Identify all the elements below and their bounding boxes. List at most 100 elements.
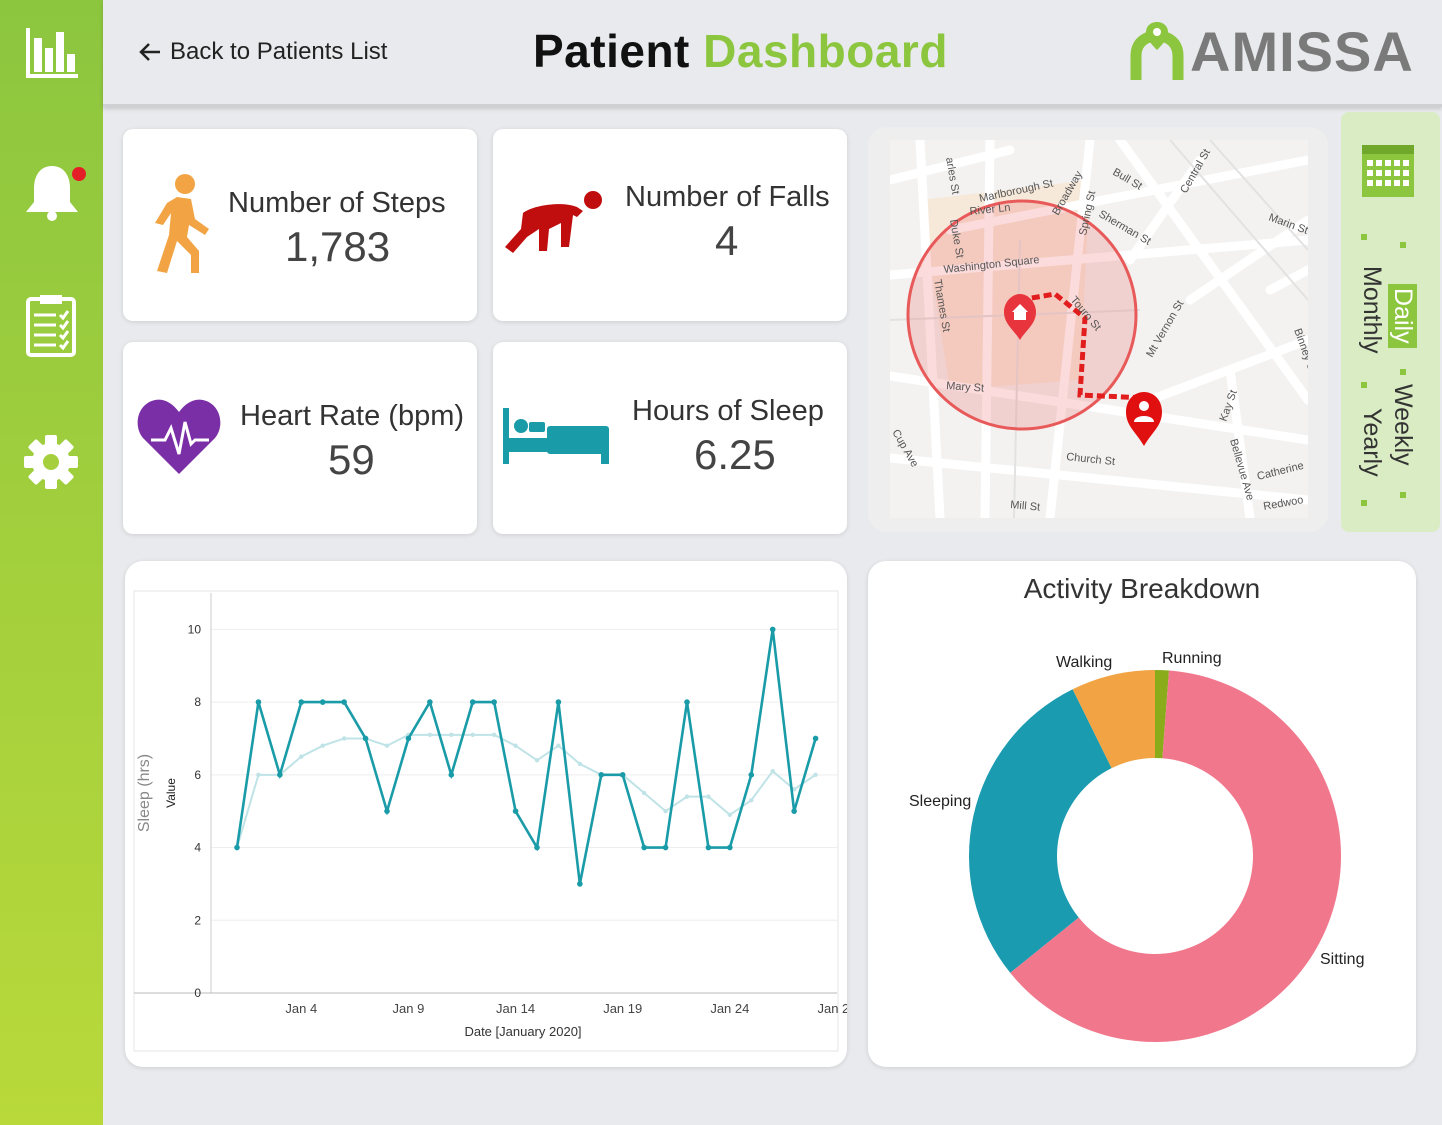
- data-point: [641, 790, 647, 796]
- data-point: [470, 732, 475, 738]
- period-selector: Daily Weekly Monthly Yearly: [1341, 112, 1440, 532]
- y-axis-subtitle: Value: [164, 778, 178, 808]
- clipboard-icon[interactable]: [22, 293, 82, 357]
- data-point: [813, 772, 818, 778]
- data-point: [791, 808, 797, 814]
- sleep-line-chart[interactable]: 0 2 4 6 8 10 Jan 4 Jan 9 Jan 14 Jan 19 Jan 24 Jan …: [125, 561, 857, 1067]
- x-tick-label: Jan 24: [710, 1001, 749, 1016]
- data-point: [577, 761, 583, 767]
- data-point: [341, 736, 347, 741]
- separator-dot: [1400, 492, 1406, 498]
- x-tick-label: Jan 19: [603, 1001, 642, 1016]
- data-point: [706, 794, 711, 799]
- data-point: [298, 699, 305, 705]
- sidebar: [0, 0, 103, 1125]
- calendar-icon[interactable]: [1361, 144, 1415, 198]
- data-point: [556, 743, 561, 748]
- x-tick-label: Jan 9: [393, 1001, 425, 1016]
- data-point: [663, 808, 668, 814]
- slice-label-sitting: Sitting: [1320, 951, 1365, 968]
- back-to-patients-link[interactable]: Back to Patients List: [138, 38, 387, 66]
- data-point: [256, 772, 261, 778]
- data-point: [555, 699, 562, 705]
- data-point: [384, 743, 390, 748]
- notification-badge: [72, 167, 86, 181]
- data-point: [641, 844, 647, 851]
- data-point: [255, 699, 262, 705]
- data-point: [662, 844, 669, 851]
- slice-label-walking: Walking: [1056, 654, 1113, 671]
- data-point: [299, 754, 304, 759]
- amissa-logo: AMISSA: [1128, 18, 1414, 84]
- data-point: [769, 626, 776, 633]
- sleep-value: 6.25: [694, 431, 776, 478]
- x-axis-title: Date [January 2020]: [464, 1024, 581, 1039]
- data-point: [598, 772, 605, 778]
- heart-rate-value: 59: [328, 436, 375, 483]
- bed-icon: [503, 408, 609, 464]
- sleep-chart-card: 0 2 4 6 8 10 Jan 4 Jan 9 Jan 14 Jan 19 Jan 24 Jan …: [125, 561, 857, 1067]
- y-axis-title: Sleep (hrs): [136, 754, 153, 832]
- period-daily[interactable]: Daily: [1388, 284, 1417, 348]
- data-point: [449, 732, 454, 738]
- walking-person-icon: [155, 174, 209, 273]
- separator-dot: [1400, 242, 1406, 248]
- y-tick-label: 6: [194, 768, 201, 782]
- bell-icon[interactable]: [22, 160, 86, 221]
- data-point: [705, 844, 712, 851]
- period-weekly[interactable]: Weekly: [1388, 384, 1417, 466]
- data-point: [234, 844, 240, 851]
- period-monthly[interactable]: Monthly: [1357, 266, 1386, 354]
- location-map[interactable]: Marlborough St Washington Square Thames …: [890, 140, 1308, 518]
- data-point: [748, 772, 755, 778]
- activity-breakdown-card: Activity Breakdown Running Sitting Sleep…: [868, 561, 1416, 1067]
- steps-label: Number of Steps: [228, 187, 446, 219]
- data-point: [727, 844, 733, 851]
- y-tick-label: 0: [194, 986, 201, 1000]
- x-tick-label: Jan 14: [496, 1001, 535, 1016]
- data-point: [684, 794, 690, 799]
- top-bar: Back to Patients List Patient Dashboard …: [103, 0, 1442, 107]
- street-map-svg[interactable]: Marlborough St Washington Square Thames …: [890, 140, 1308, 518]
- data-point: [320, 743, 325, 748]
- arrow-left-icon: [139, 43, 160, 61]
- heart-rate-label: Heart Rate (bpm): [240, 400, 465, 432]
- data-point: [491, 699, 497, 705]
- heart-rate-card: Heart Rate (bpm) 59: [123, 342, 477, 534]
- period-yearly[interactable]: Yearly: [1357, 408, 1386, 477]
- y-tick-label: 2: [194, 913, 201, 927]
- y-tick-label: 4: [194, 841, 201, 855]
- x-tick-label: Jan 4: [285, 1001, 317, 1016]
- falls-card: Number of Falls 4: [493, 129, 847, 321]
- location-map-card: Marlborough St Washington Square Thames …: [868, 127, 1328, 532]
- data-point: [534, 844, 540, 851]
- separator-dot: [1361, 234, 1367, 240]
- bar-chart-icon[interactable]: [22, 24, 82, 84]
- steps-value: 1,783: [285, 223, 391, 270]
- data-point: [362, 735, 369, 742]
- data-point: [577, 881, 583, 887]
- separator-dot: [1400, 369, 1406, 375]
- slice-label-running: Running: [1162, 650, 1222, 667]
- y-tick-label: 10: [188, 622, 202, 636]
- gear-icon[interactable]: [22, 432, 82, 492]
- steps-card: Number of Steps 1,783: [123, 129, 477, 321]
- data-point: [513, 743, 518, 748]
- data-point: [277, 772, 283, 778]
- falls-label: Number of Falls: [625, 181, 830, 213]
- falls-value: 4: [715, 217, 739, 264]
- data-point: [684, 699, 690, 705]
- data-point: [812, 735, 819, 742]
- back-label: Back to Patients List: [170, 38, 388, 65]
- y-tick-label: 8: [194, 695, 201, 709]
- logo-mark-icon: [1130, 22, 1184, 80]
- sleep-card: Hours of Sleep 6.25: [493, 342, 847, 534]
- data-point: [341, 699, 347, 705]
- data-point: [384, 808, 390, 814]
- heart-pulse-icon: [137, 399, 221, 474]
- data-point: [749, 798, 754, 803]
- fall-icon: [505, 191, 602, 253]
- data-point: [619, 772, 626, 778]
- activity-donut-chart[interactable]: [868, 561, 1416, 1067]
- data-point: [427, 699, 433, 705]
